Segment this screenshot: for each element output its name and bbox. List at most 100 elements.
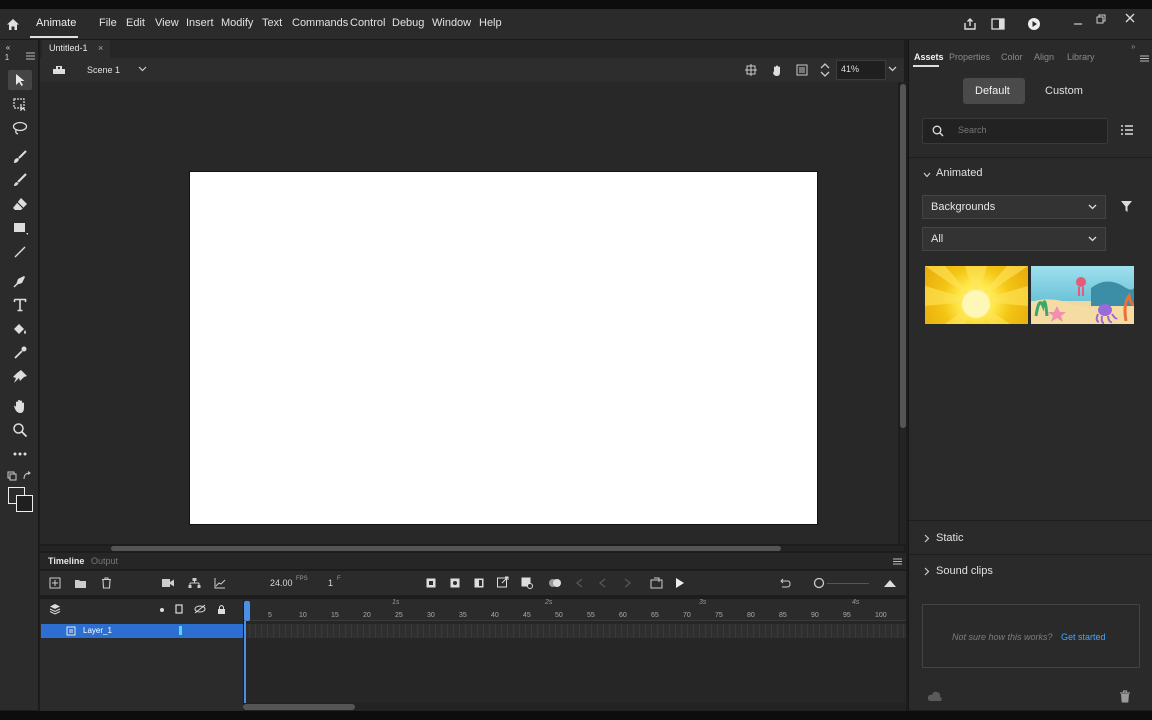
menu-insert[interactable]: Insert <box>186 17 214 29</box>
rectangle-tool-icon[interactable] <box>10 219 30 237</box>
tab-assets[interactable]: Assets <box>914 52 944 62</box>
close-window-icon[interactable] <box>1123 11 1137 25</box>
panel-menu-icon[interactable] <box>1138 53 1150 63</box>
get-started-link[interactable]: Get started <box>1061 632 1106 642</box>
lock-toggle-icon[interactable] <box>215 603 227 615</box>
horizontal-scroll-thumb[interactable] <box>111 546 781 551</box>
scene-dropdown-chevron-icon[interactable] <box>136 63 148 75</box>
search-field[interactable]: Search <box>922 118 1108 144</box>
tab-library[interactable]: Library <box>1067 52 1095 62</box>
line-tool-icon[interactable] <box>10 243 30 261</box>
more-tools-icon[interactable] <box>10 445 30 463</box>
collapse-toolbar-icon[interactable]: « <box>2 42 14 52</box>
stage-canvas[interactable] <box>189 171 818 525</box>
zoom-dropdown-chevron-icon[interactable] <box>886 63 898 75</box>
list-view-icon[interactable] <box>1119 122 1135 138</box>
document-tab[interactable]: Untitled-1 × <box>42 40 110 58</box>
tab-properties[interactable]: Properties <box>949 52 990 62</box>
menu-file[interactable]: File <box>99 17 117 29</box>
restore-icon[interactable] <box>1094 12 1108 26</box>
paint-brush-tool-icon[interactable] <box>10 171 30 189</box>
vertical-scrollbar[interactable] <box>900 82 906 544</box>
brush-tool-icon[interactable] <box>10 148 30 166</box>
static-section-header[interactable]: Static <box>921 531 1041 547</box>
close-tab-icon[interactable]: × <box>98 43 103 53</box>
timeline-hscrollbar[interactable] <box>243 703 906 711</box>
layer-frame-row[interactable] <box>244 624 906 638</box>
menu-text[interactable]: Text <box>262 17 282 29</box>
play-icon[interactable] <box>673 576 687 590</box>
fps-value[interactable]: 24.00 <box>270 578 293 588</box>
onion-skin-icon[interactable] <box>547 576 563 590</box>
menu-control[interactable]: Control <box>350 17 385 29</box>
workspace-layout-icon[interactable] <box>990 16 1006 32</box>
custom-toggle-button[interactable]: Custom <box>1035 78 1097 104</box>
zoom-slider-knob-icon[interactable] <box>812 576 826 590</box>
clip-to-stage-icon[interactable] <box>795 63 809 77</box>
tab-color[interactable]: Color <box>1001 52 1023 62</box>
scene-icon[interactable] <box>51 62 67 78</box>
layers-stack-icon[interactable] <box>48 602 62 616</box>
default-toggle-button[interactable]: Default <box>963 78 1025 104</box>
lasso-tool-icon[interactable] <box>10 119 30 137</box>
rotate-stage-icon[interactable] <box>769 62 785 78</box>
eraser-tool-icon[interactable] <box>10 195 30 213</box>
layer-parenting-icon[interactable] <box>186 576 202 590</box>
center-stage-icon[interactable] <box>818 61 832 79</box>
insert-keyframe-icon[interactable] <box>424 576 438 590</box>
default-colors-icon[interactable] <box>6 470 18 482</box>
app-name-tab[interactable]: Animate <box>28 9 79 39</box>
timeline-panel-menu-icon[interactable] <box>891 556 903 566</box>
visibility-toggle-icon[interactable] <box>193 603 207 615</box>
delete-asset-icon[interactable] <box>1117 688 1133 704</box>
collapse-panel-icon[interactable]: » <box>1131 42 1135 51</box>
tab-align[interactable]: Align <box>1034 52 1054 62</box>
snap-icon[interactable] <box>744 63 758 77</box>
share-icon[interactable] <box>962 16 978 32</box>
new-folder-icon[interactable] <box>73 576 87 590</box>
test-movie-play-icon[interactable] <box>1026 16 1042 32</box>
category-select[interactable]: Backgrounds <box>922 195 1106 219</box>
hand-tool-icon[interactable] <box>10 397 30 415</box>
menu-debug[interactable]: Debug <box>392 17 424 29</box>
menu-help[interactable]: Help <box>479 17 502 29</box>
menu-edit[interactable]: Edit <box>126 17 145 29</box>
vertical-scroll-thumb[interactable] <box>900 84 906 428</box>
delete-layer-icon[interactable] <box>99 576 113 590</box>
menu-window[interactable]: Window <box>432 17 471 29</box>
frames-grid[interactable]: 1s 2s 3s 4s 5 10 15 20 25 30 35 40 45 50… <box>243 599 906 711</box>
filter-icon[interactable] <box>1118 198 1134 214</box>
paint-bucket-tool-icon[interactable] <box>10 320 30 338</box>
camera-icon[interactable] <box>160 576 176 590</box>
timeline-view-icon[interactable] <box>882 576 898 590</box>
menu-modify[interactable]: Modify <box>221 17 253 29</box>
graph-editor-icon[interactable] <box>212 576 228 590</box>
zoom-input[interactable]: 41% <box>836 60 886 80</box>
outline-toggle-icon[interactable] <box>173 603 185 615</box>
create-tween-icon[interactable] <box>496 575 510 589</box>
sound-clips-section-header[interactable]: Sound clips <box>921 564 1061 580</box>
horizontal-scrollbar[interactable] <box>40 546 904 551</box>
minimize-icon[interactable] <box>1071 14 1085 28</box>
toolbar-menu-icon[interactable] <box>24 50 36 62</box>
toolbar-columns-icon[interactable]: 1 <box>2 52 12 62</box>
filter-select[interactable]: All <box>922 227 1106 251</box>
pen-tool-icon[interactable] <box>10 272 30 290</box>
free-transform-tool-icon[interactable] <box>10 95 30 113</box>
pin-tool-icon[interactable] <box>10 368 30 386</box>
layer-row[interactable]: Layer_1 <box>41 624 243 638</box>
menu-commands[interactable]: Commands <box>292 17 348 29</box>
tab-output[interactable]: Output <box>91 556 118 566</box>
menu-view[interactable]: View <box>155 17 179 29</box>
time-ruler[interactable]: 1s 2s 3s 4s 5 10 15 20 25 30 35 40 45 50… <box>244 599 906 621</box>
home-icon[interactable] <box>5 16 21 32</box>
tab-timeline[interactable]: Timeline <box>48 556 84 566</box>
playhead-handle[interactable] <box>244 601 250 621</box>
swap-colors-icon[interactable] <box>21 470 33 482</box>
eyedropper-tool-icon[interactable] <box>10 344 30 362</box>
new-layer-icon[interactable] <box>48 576 62 590</box>
asset-thumbnail-underwater[interactable] <box>1031 266 1134 324</box>
timeline-zoom-slider[interactable] <box>827 583 869 584</box>
loop-icon[interactable] <box>648 576 664 590</box>
fill-color-swatch[interactable] <box>16 495 33 512</box>
